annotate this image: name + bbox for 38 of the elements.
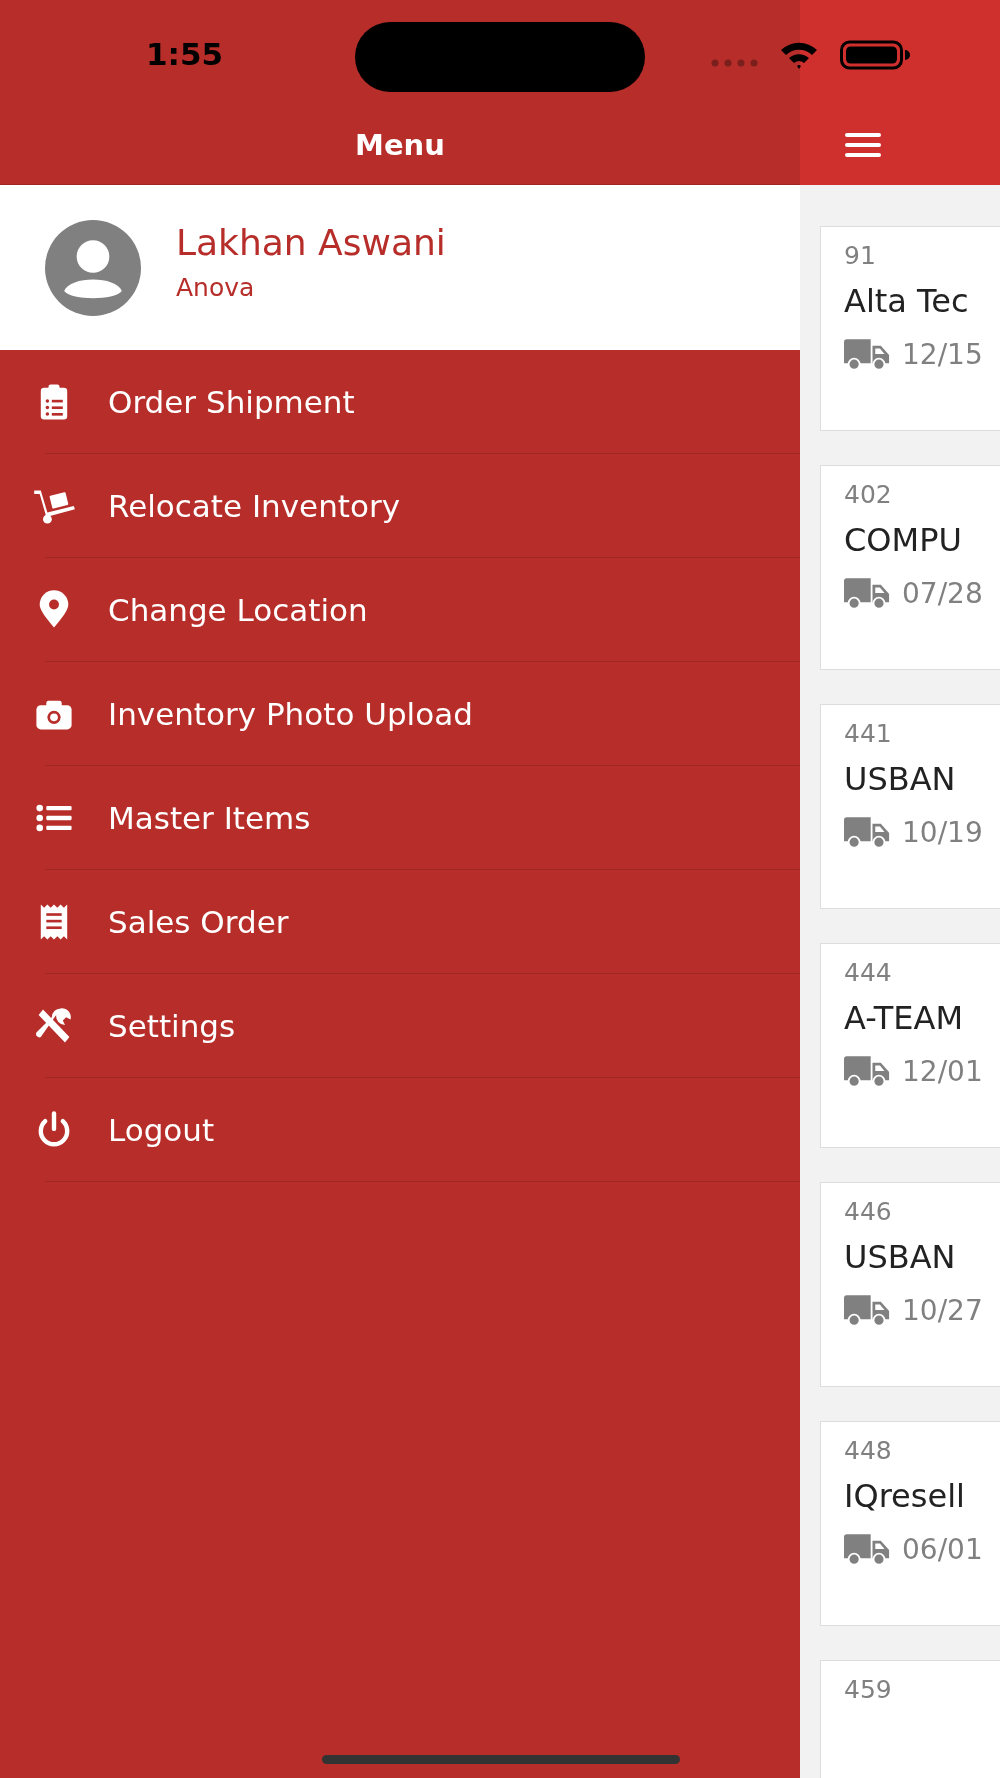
order-number: 459 — [844, 1675, 892, 1704]
order-card[interactable]: 444 A-TEAM 12/01 — [820, 943, 1000, 1148]
ship-date: 10/19 — [902, 816, 983, 849]
menu-item[interactable]: Change Location — [0, 558, 800, 662]
order-number: 448 — [844, 1436, 892, 1465]
menu-item[interactable]: Logout — [0, 1078, 800, 1182]
order-number: 444 — [844, 958, 892, 987]
order-card[interactable]: 448 IQresell 06/01 — [820, 1421, 1000, 1626]
order-card[interactable]: 402 COMPU 07/28 — [820, 465, 1000, 670]
menu-item[interactable]: Inventory Photo Upload — [0, 662, 800, 766]
order-card[interactable]: 441 USBAN 10/19 — [820, 704, 1000, 909]
menu-item[interactable]: Sales Order — [0, 870, 800, 974]
menu-item[interactable]: Relocate Inventory — [0, 454, 800, 558]
order-number: 446 — [844, 1197, 892, 1226]
menu-item[interactable]: Settings — [0, 974, 800, 1078]
ship-date: 12/01 — [902, 1055, 983, 1088]
customer-name: USBAN — [844, 760, 956, 798]
order-number: 91 — [844, 241, 876, 270]
ship-date: 10/27 — [902, 1294, 983, 1327]
customer-name: USBAN — [844, 1238, 956, 1276]
company-name: Anova — [176, 272, 256, 302]
customer-name: A-TEAM — [844, 999, 964, 1037]
user-name: Lakhan Aswani — [176, 221, 446, 263]
customer-name: IQresell — [844, 1477, 965, 1515]
ship-date: 06/01 — [902, 1533, 983, 1566]
status-time: 1:55 — [146, 36, 224, 72]
menu-item[interactable]: Order Shipment — [0, 350, 800, 454]
order-card[interactable]: 446 USBAN 10/27 — [820, 1182, 1000, 1387]
order-card[interactable]: 91 Alta Tec 12/15 — [820, 226, 1000, 431]
menu-title: Menu — [355, 128, 445, 162]
order-number: 402 — [844, 480, 892, 509]
order-number: 441 — [844, 719, 892, 748]
customer-name: COMPU — [844, 521, 962, 559]
ship-date: 12/15 — [902, 338, 983, 371]
customer-name: Alta Tec — [844, 282, 969, 320]
order-card[interactable]: 459 — [820, 1660, 1000, 1778]
ship-date: 07/28 — [902, 577, 983, 610]
menu-item[interactable]: Master Items — [0, 766, 800, 870]
